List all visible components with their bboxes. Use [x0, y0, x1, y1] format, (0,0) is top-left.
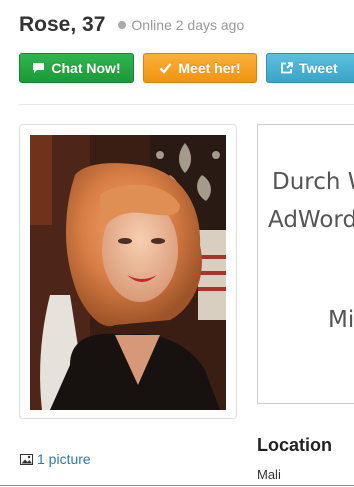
online-status-text: Online 2 days ago [131, 17, 245, 33]
meet-her-button[interactable]: Meet her! [143, 53, 257, 83]
chat-now-button[interactable]: Chat Now! [19, 53, 134, 83]
profile-photo-frame [19, 124, 237, 419]
profile-name-age: Rose, 37 [19, 13, 106, 36]
tweet-label: Tweet [299, 60, 338, 76]
share-icon [281, 62, 293, 74]
picture-icon [20, 453, 33, 465]
meet-her-label: Meet her! [178, 60, 241, 76]
location-value: Mali [257, 467, 281, 482]
profile-photo-image [30, 135, 226, 410]
ad-text-line-3: Mit [328, 307, 354, 333]
tweet-button[interactable]: Tweet [266, 53, 354, 83]
pictures-link[interactable]: 1 picture [37, 451, 91, 467]
ad-text-line-2: AdWord [268, 207, 354, 233]
ad-banner[interactable]: Durch W AdWord Mit [257, 124, 354, 404]
pictures-row: 1 picture [20, 451, 91, 467]
status-dot-icon [118, 21, 127, 29]
profile-page: Rose, 37 Online 2 days ago Chat Now! Mee… [0, 0, 354, 487]
chat-now-label: Chat Now! [51, 60, 121, 76]
profile-header: Rose, 37 Online 2 days ago [19, 10, 244, 40]
bottom-divider [0, 485, 354, 486]
header-divider [19, 104, 354, 105]
checkmark-icon [160, 63, 172, 74]
location-heading: Location [257, 435, 332, 455]
ad-text-line-1: Durch W [272, 169, 354, 195]
online-status: Online 2 days ago [118, 17, 244, 33]
chat-bubble-icon [33, 63, 45, 73]
profile-photo[interactable] [30, 135, 226, 410]
